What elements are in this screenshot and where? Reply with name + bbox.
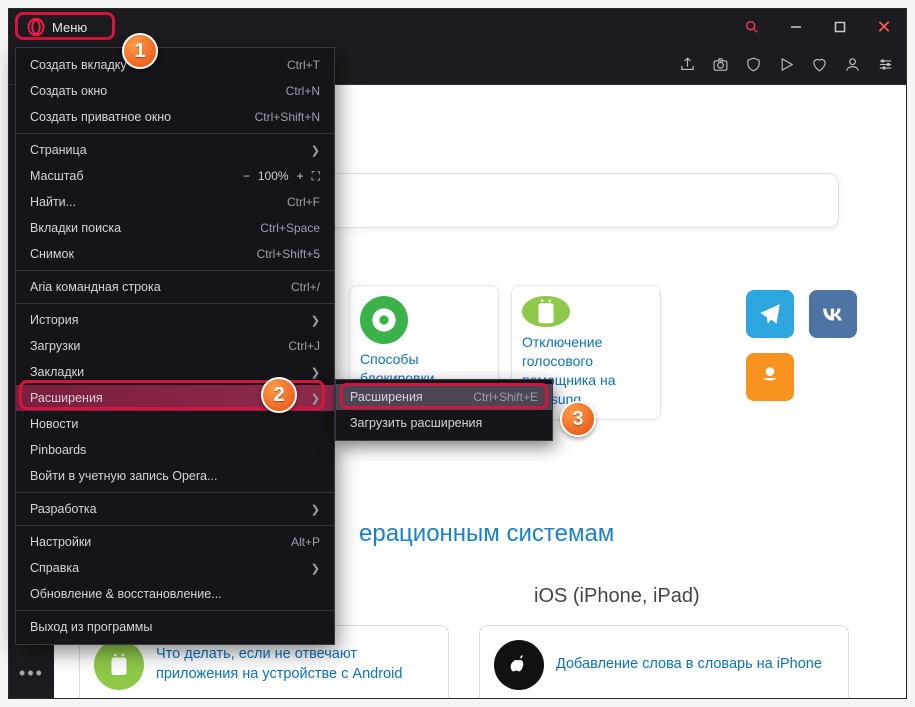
heart-icon[interactable] <box>810 56 828 74</box>
window-controls: ✕ <box>730 9 906 45</box>
menu-find[interactable]: Найти...Ctrl+F <box>16 189 334 215</box>
menu-aria[interactable]: Aria командная строкаCtrl+/ <box>16 274 334 300</box>
play-icon[interactable] <box>777 56 795 74</box>
close-button[interactable]: ✕ <box>862 9 906 45</box>
menu-update[interactable]: Обновление & восстановление... <box>16 581 334 607</box>
maximize-button[interactable] <box>818 9 862 45</box>
camera-icon[interactable] <box>711 56 729 74</box>
callout-3: 3 <box>560 401 596 437</box>
section-heading: ерационным системам <box>359 520 614 548</box>
callout-1: 1 <box>122 33 158 69</box>
profile-icon[interactable] <box>843 56 861 74</box>
tile-1-icon <box>360 296 408 344</box>
social-links <box>746 290 866 401</box>
submenu-extensions[interactable]: РасширенияCtrl+Shift+E <box>336 384 552 410</box>
menu-news[interactable]: Новости <box>16 411 334 437</box>
menu-new-window[interactable]: Создать окноCtrl+N <box>16 78 334 104</box>
search-button[interactable] <box>730 9 774 45</box>
tile-2-icon <box>522 296 570 327</box>
menu-signin[interactable]: Войти в учетную запись Opera... <box>16 463 334 489</box>
share-icon[interactable] <box>678 56 696 74</box>
card-iphone-text: Добавление слова в словарь на iPhone <box>556 655 822 675</box>
menu-zoom[interactable]: Масштаб−100%+⛶ <box>16 163 334 189</box>
card-iphone[interactable]: Добавление слова в словарь на iPhone <box>479 625 849 698</box>
submenu-get-extensions[interactable]: Загрузить расширения <box>336 410 552 436</box>
callout-2: 2 <box>261 377 297 413</box>
menu-page[interactable]: Страница❯ <box>16 137 334 163</box>
menu-exit[interactable]: Выход из программы <box>16 614 334 640</box>
menu-settings[interactable]: НастройкиAlt+P <box>16 529 334 555</box>
shield-icon[interactable] <box>744 56 762 74</box>
vk-icon[interactable] <box>809 290 857 338</box>
main-menu: Создать вкладкуCtrl+T Создать окноCtrl+N… <box>15 47 335 645</box>
minimize-button[interactable] <box>774 9 818 45</box>
opera-logo-icon <box>27 18 45 36</box>
settings-icon[interactable] <box>876 56 894 74</box>
card-android-text: Что делать, если не отвечают приложения … <box>156 645 434 684</box>
telegram-icon[interactable] <box>746 290 794 338</box>
fullscreen-icon[interactable]: ⛶ <box>312 169 320 184</box>
menu-pinboards[interactable]: Pinboards <box>16 437 334 463</box>
menu-button-label: Меню <box>52 20 87 35</box>
menu-search-tabs[interactable]: Вкладки поискаCtrl+Space <box>16 215 334 241</box>
menu-new-private[interactable]: Создать приватное окноCtrl+Shift+N <box>16 104 334 130</box>
ok-icon[interactable] <box>746 353 794 401</box>
menu-snapshot[interactable]: СнимокCtrl+Shift+5 <box>16 241 334 267</box>
android-icon <box>94 640 144 690</box>
extensions-submenu: РасширенияCtrl+Shift+E Загрузить расшире… <box>335 379 553 441</box>
menu-new-tab[interactable]: Создать вкладкуCtrl+T <box>16 52 334 78</box>
ios-heading: iOS (iPhone, iPad) <box>534 585 700 608</box>
zoom-out[interactable]: − <box>243 169 250 183</box>
menu-downloads[interactable]: ЗагрузкиCtrl+J <box>16 333 334 359</box>
menu-help[interactable]: Справка❯ <box>16 555 334 581</box>
browser-window: Меню ✕ ••• ить? <box>8 8 907 699</box>
zoom-in[interactable]: + <box>297 169 304 183</box>
menu-history[interactable]: История❯ <box>16 307 334 333</box>
menu-dev[interactable]: Разработка❯ <box>16 496 334 522</box>
iphone-icon <box>494 640 544 690</box>
menu-button[interactable]: Меню <box>17 14 97 40</box>
sidebar-more-icon[interactable]: ••• <box>19 663 44 684</box>
